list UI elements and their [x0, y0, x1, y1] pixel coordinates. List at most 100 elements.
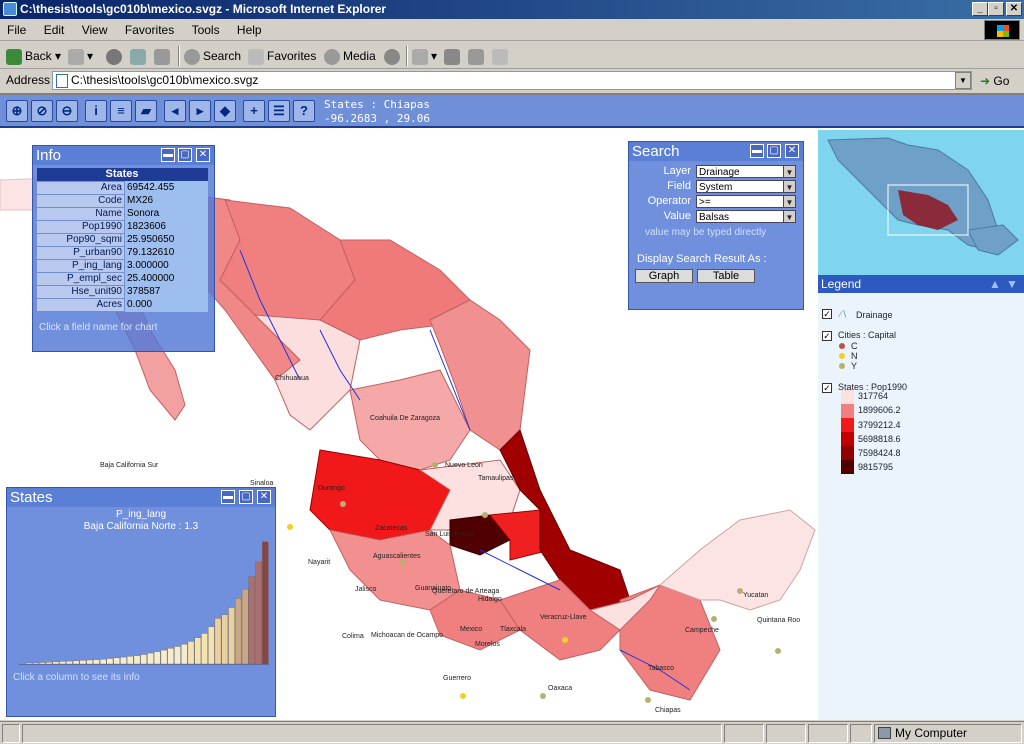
graph-button[interactable]: Graph — [635, 269, 693, 283]
chart-bar[interactable] — [207, 626, 215, 665]
chart-bar[interactable] — [66, 660, 73, 665]
list-icon[interactable]: ☰ — [268, 100, 290, 122]
chart-bar[interactable] — [248, 576, 256, 665]
chart-bar[interactable] — [133, 655, 141, 665]
edit-button[interactable] — [468, 46, 487, 66]
chart-bar[interactable] — [32, 662, 39, 665]
field-name[interactable]: P_empl_sec — [36, 271, 125, 286]
chart-bar[interactable] — [59, 661, 66, 665]
chart-bar[interactable] — [86, 659, 93, 665]
restore-icon[interactable]: ▢ — [178, 148, 192, 162]
search-panel-header[interactable]: Search ▬ ▢ ✕ — [629, 142, 803, 161]
scroll-down-icon[interactable]: ▼ — [1006, 275, 1018, 293]
menu-favorites[interactable]: Favorites — [118, 19, 181, 41]
info-icon[interactable]: i — [85, 100, 107, 122]
chart-bar[interactable] — [93, 659, 100, 665]
address-input[interactable]: C:\thesis\tools\gc010b\mexico.svgz — [52, 71, 972, 90]
layer-tool-icon[interactable]: ▰ — [135, 100, 157, 122]
minimize-button[interactable]: _ — [972, 2, 988, 16]
discuss-button[interactable] — [492, 46, 511, 66]
chart-bar[interactable] — [255, 561, 262, 665]
menu-view[interactable]: View — [75, 19, 115, 41]
chart-bar[interactable] — [99, 659, 107, 665]
info-panel-header[interactable]: Info ▬ ▢ ✕ — [33, 146, 214, 165]
search-button[interactable]: Search — [184, 46, 241, 66]
maximize-button[interactable]: ▫ — [988, 2, 1004, 16]
chart-tool-icon[interactable]: ≡ — [110, 100, 132, 122]
chart-bar[interactable] — [72, 660, 80, 665]
chart-bar[interactable] — [221, 614, 229, 665]
print-button[interactable] — [444, 46, 463, 66]
dropdown-arrow-icon[interactable]: ▼ — [783, 180, 796, 193]
select-tool-icon[interactable]: ◂ — [164, 100, 186, 122]
layer-select[interactable]: Drainage — [696, 165, 786, 178]
chart-bar[interactable] — [167, 648, 175, 665]
minimize-icon[interactable]: ▬ — [161, 148, 175, 162]
zoom-rect-icon[interactable]: ⊘ — [31, 100, 53, 122]
chart-bar[interactable] — [140, 654, 148, 665]
menu-help[interactable]: Help — [230, 19, 269, 41]
dropdown-arrow-icon[interactable]: ▼ — [783, 210, 796, 223]
bar-chart[interactable] — [11, 536, 273, 670]
minimize-icon[interactable]: ▬ — [750, 144, 764, 158]
forward-button[interactable]: ▾ — [68, 46, 93, 66]
field-name[interactable]: Name — [36, 206, 125, 221]
field-name[interactable]: Acres — [36, 297, 125, 312]
chart-bar[interactable] — [113, 657, 120, 665]
chart-bar[interactable] — [106, 658, 114, 665]
restore-icon[interactable]: ▢ — [239, 490, 253, 504]
drainage-checkbox[interactable]: ✓ — [822, 309, 832, 319]
chart-bar[interactable] — [174, 646, 181, 665]
chart-bar[interactable] — [45, 661, 53, 665]
chart-bar[interactable] — [234, 598, 242, 665]
overview-map[interactable] — [818, 130, 1024, 275]
label-tool-icon[interactable]: ◆ — [214, 100, 236, 122]
close-icon[interactable]: ✕ — [196, 148, 210, 162]
chart-bar[interactable] — [18, 663, 26, 665]
field-name[interactable]: P_ing_lang — [36, 258, 125, 273]
close-icon[interactable]: ✕ — [785, 144, 799, 158]
table-button[interactable]: Table — [697, 269, 755, 283]
states-checkbox[interactable]: ✓ — [822, 383, 832, 393]
chart-bar[interactable] — [153, 651, 161, 665]
chart-bar[interactable] — [25, 662, 33, 665]
chart-bar[interactable] — [241, 589, 249, 665]
help-icon[interactable]: ? — [293, 100, 315, 122]
chart-bar[interactable] — [126, 656, 134, 665]
menu-file[interactable]: File — [0, 19, 33, 41]
close-button[interactable]: ✕ — [1006, 2, 1022, 16]
states-panel-header[interactable]: States ▬ ▢ ✕ — [7, 488, 275, 507]
chart-bar[interactable] — [147, 652, 154, 665]
chart-bar[interactable] — [160, 649, 168, 665]
minimize-icon[interactable]: ▬ — [221, 490, 235, 504]
chart-bar[interactable] — [228, 607, 235, 665]
stop-button[interactable] — [106, 46, 125, 66]
dropdown-arrow-icon[interactable]: ▼ — [783, 165, 796, 178]
zoom-out-icon[interactable]: ⊖ — [56, 100, 78, 122]
operator-select[interactable]: >= — [696, 195, 786, 208]
field-name[interactable]: Pop1990 — [36, 219, 125, 234]
media-button[interactable]: Media — [324, 46, 376, 66]
field-name[interactable]: Pop90_sqmi — [36, 232, 125, 247]
chart-bar[interactable] — [52, 661, 60, 665]
chart-bar[interactable] — [214, 618, 222, 665]
chart-bar[interactable] — [39, 662, 46, 665]
chart-bar[interactable] — [194, 637, 202, 665]
chart-bar[interactable] — [120, 656, 127, 665]
go-button[interactable]: ➜ Go — [980, 72, 1020, 90]
menu-tools[interactable]: Tools — [185, 19, 227, 41]
chart-bar[interactable] — [180, 644, 188, 665]
scroll-up-icon[interactable]: ▲ — [989, 275, 1001, 293]
chart-bar[interactable] — [79, 660, 87, 665]
refresh-button[interactable] — [130, 46, 149, 66]
restore-icon[interactable]: ▢ — [767, 144, 781, 158]
value-input[interactable]: Balsas — [696, 210, 786, 223]
history-button[interactable] — [384, 46, 403, 66]
dropdown-arrow-icon[interactable]: ▼ — [783, 195, 796, 208]
chart-bar[interactable] — [201, 633, 208, 665]
field-name[interactable]: P_urban90 — [36, 245, 125, 260]
home-button[interactable] — [154, 46, 173, 66]
cities-checkbox[interactable]: ✓ — [822, 331, 832, 341]
mail-button[interactable]: ▾ — [412, 46, 437, 66]
menu-edit[interactable]: Edit — [37, 19, 72, 41]
